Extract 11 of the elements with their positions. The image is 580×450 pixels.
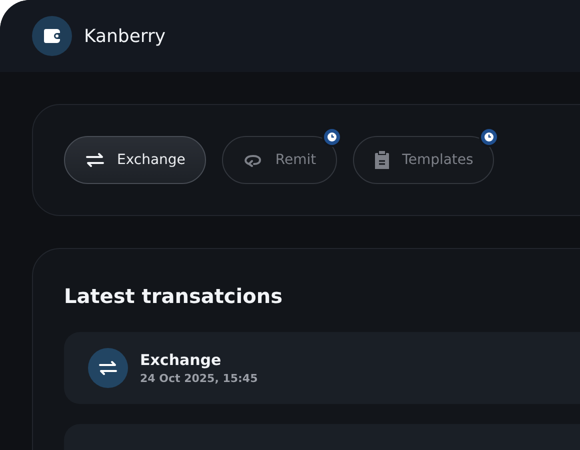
exchange-icon [98, 360, 118, 376]
clipboard-icon [374, 150, 390, 170]
exchange-icon [85, 152, 105, 168]
transaction-row[interactable]: Exchange 24 Oct 2025, 15:45 [64, 332, 580, 404]
transaction-name: Exchange [140, 351, 222, 369]
transaction-date: 24 Oct 2025, 15:45 [140, 372, 258, 385]
action-button[interactable]: Exchange [64, 136, 206, 184]
wallet-icon [32, 16, 72, 56]
app-title: Kanberry [84, 26, 166, 46]
section-title: Latest transatcions [64, 284, 284, 308]
loop-arrow-icon [243, 152, 264, 168]
